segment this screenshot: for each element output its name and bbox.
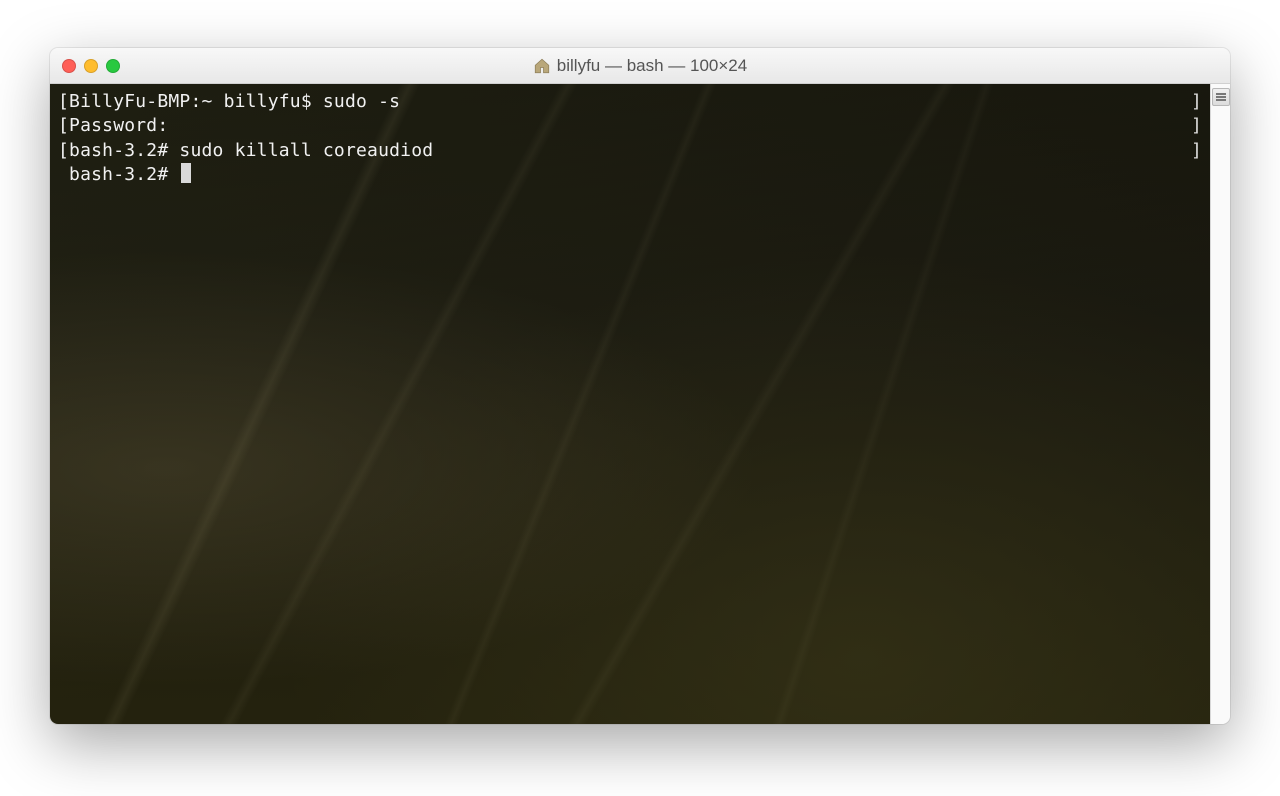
terminal-line: [ BillyFu-BMP:~ billyfu$ sudo -s ] [58,90,1202,114]
home-icon [533,57,551,75]
line-left-bracket: [ [58,90,69,114]
line-right-bracket: ] [1191,139,1202,163]
traffic-lights [62,59,120,73]
minimize-button[interactable] [84,59,98,73]
titlebar[interactable]: billyfu — bash — 100×24 [50,48,1230,84]
line-text: BillyFu-BMP:~ billyfu$ sudo -s [69,90,400,114]
line-left-bracket: [ [58,114,69,138]
cursor [181,163,191,183]
line-text: bash-3.2# sudo killall coreaudiod [69,139,433,163]
scrollbar[interactable] [1210,84,1230,724]
terminal-window: billyfu — bash — 100×24 [ BillyFu-BMP:~ … [50,48,1230,724]
terminal-content[interactable]: [ BillyFu-BMP:~ billyfu$ sudo -s ] [ Pas… [50,84,1210,724]
maximize-button[interactable] [106,59,120,73]
window-title: billyfu — bash — 100×24 [557,56,747,76]
window-title-wrap: billyfu — bash — 100×24 [62,56,1218,76]
terminal-line: bash-3.2# [58,163,1202,187]
terminal-body: [ BillyFu-BMP:~ billyfu$ sudo -s ] [ Pas… [50,84,1230,724]
line-right-bracket: ] [1191,114,1202,138]
scrollbar-thumb-icon[interactable] [1212,88,1230,106]
line-left-bracket [58,163,69,187]
line-text: Password: [69,114,168,138]
line-text: bash-3.2# [69,163,179,187]
close-button[interactable] [62,59,76,73]
terminal-line: [ bash-3.2# sudo killall coreaudiod ] [58,139,1202,163]
terminal-line: [ Password: ] [58,114,1202,138]
line-right-bracket: ] [1191,90,1202,114]
line-left-bracket: [ [58,139,69,163]
